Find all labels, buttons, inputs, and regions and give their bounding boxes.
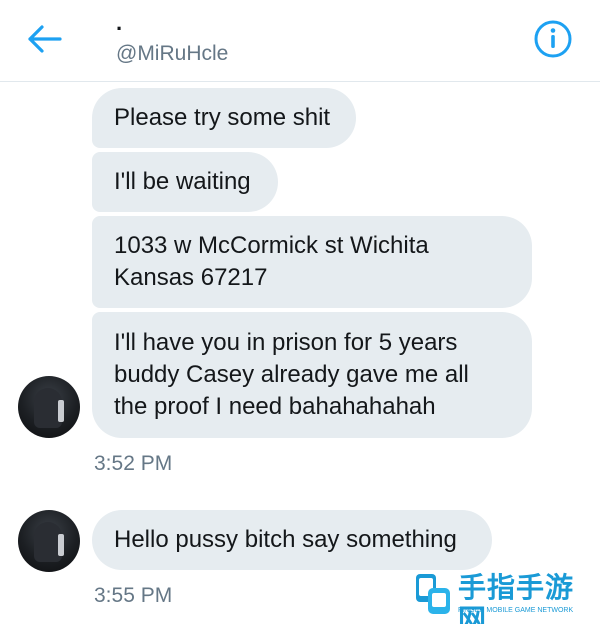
message-bubble[interactable]: I'll have you in prison for 5 years budd… xyxy=(92,312,532,438)
message-bubble[interactable]: Hello pussy bitch say something xyxy=(92,510,492,570)
back-button[interactable] xyxy=(24,22,64,56)
avatar-highlight xyxy=(58,534,64,556)
conversation-header: · @MiRuHcle xyxy=(0,0,600,82)
conversation-info-button[interactable] xyxy=(532,18,574,60)
arrow-left-icon xyxy=(28,25,62,53)
avatar-highlight xyxy=(58,400,64,422)
sender-avatar[interactable] xyxy=(18,376,80,438)
watermark-subtitle: FINGER MOBILE GAME NETWORK xyxy=(458,607,574,614)
watermark-title: 手指手游网 xyxy=(458,572,575,624)
message-bubble[interactable]: I'll be waiting xyxy=(92,152,278,212)
watermark-logo-icon xyxy=(416,574,450,614)
message-bubble[interactable]: 1033 w McCormick st Wichita Kansas 67217 xyxy=(92,216,532,308)
sender-avatar[interactable] xyxy=(18,510,80,572)
message-thread[interactable]: Please try some shit I'll be waiting 103… xyxy=(0,82,600,624)
contact-display-name[interactable]: · xyxy=(116,18,123,40)
message-timestamp: 3:55 PM xyxy=(94,584,173,607)
message-timestamp: 3:52 PM xyxy=(94,452,173,475)
site-watermark: 手指手游网 FINGER MOBILE GAME NETWORK xyxy=(414,572,594,624)
contact-handle[interactable]: @MiRuHcle xyxy=(116,42,228,66)
message-bubble[interactable]: Please try some shit xyxy=(92,88,356,148)
info-circle-icon xyxy=(534,20,572,58)
